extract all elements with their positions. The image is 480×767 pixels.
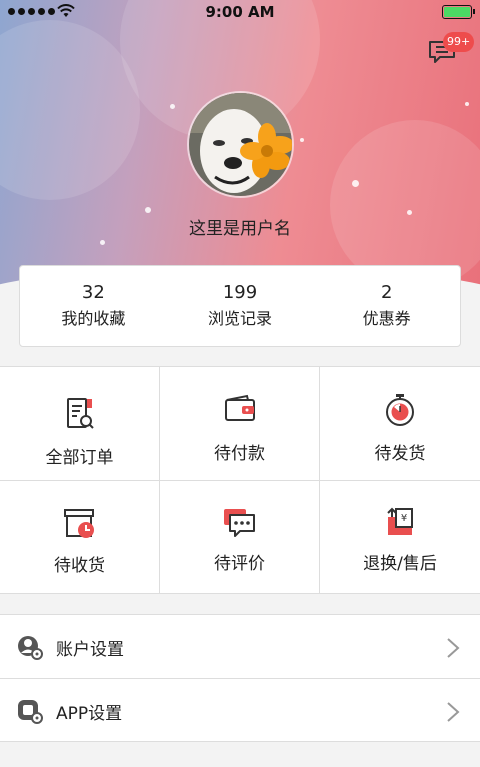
bokeh-dot [145,207,151,213]
status-time: 9:00 AM [205,3,275,21]
stat-coupons[interactable]: 2 优惠券 [313,266,460,346]
order-unpaid-button[interactable]: 待付款 [160,367,320,481]
chevron-right-icon [447,702,460,722]
app-settings-row[interactable]: APP设置 [0,678,480,741]
avatar-dog-image [189,93,292,196]
stat-favorites[interactable]: 32 我的收藏 [20,266,167,346]
user-settings-icon [18,636,43,660]
chat-bubble-icon [223,509,255,537]
bokeh-dot [170,104,175,109]
menu-label: APP设置 [56,704,123,724]
battery-icon [442,5,475,19]
stat-label: 我的收藏 [61,309,126,328]
order-label: 退换/售后 [363,554,437,574]
order-label: 待评价 [214,554,265,574]
order-aftersales-button[interactable]: ¥ 退换/售后 [320,481,480,594]
order-all-button[interactable]: 全部订单 [0,367,160,481]
order-label: 待发货 [374,444,426,464]
app-settings-icon [18,700,43,724]
bokeh-dot [300,138,304,142]
bokeh-dot [465,102,469,106]
username[interactable]: 这里是用户名 [0,214,480,239]
order-label: 待收货 [54,556,105,576]
order-label: 全部订单 [45,448,114,468]
account-settings-row[interactable]: 账户设置 [0,615,480,678]
avatar[interactable] [187,91,294,198]
bokeh-blob [0,20,140,200]
order-label: 待付款 [214,444,265,464]
order-unreceived-button[interactable]: 待收货 [0,481,160,594]
order-review-button[interactable]: 待评价 [160,481,320,594]
bokeh-dot [100,240,105,245]
stat-label: 优惠券 [362,309,411,328]
chevron-right-icon [447,638,460,658]
status-bar: 9:00 AM [0,0,480,24]
stat-value: 32 [81,282,105,303]
wallet-icon [224,394,255,421]
stat-value: 199 [222,282,258,303]
order-grid: 全部订单 待付款 待发货 待收货 待评价 ¥ 退换/售后 [0,366,480,594]
menu-label: 账户设置 [56,640,124,660]
stat-label: 浏览记录 [208,309,273,328]
message-badge: 99+ [443,32,475,52]
stat-value: 2 [380,282,393,303]
bokeh-dot [352,180,359,187]
stat-history[interactable]: 199 浏览记录 [167,266,314,346]
return-yen-icon: ¥ [387,507,413,535]
stats-card: 32 我的收藏 199 浏览记录 2 优惠券 [19,265,461,347]
svg-text:¥: ¥ [401,513,407,524]
settings-menu: 账户设置 APP设置 [0,614,480,742]
box-clock-icon [63,509,94,538]
stopwatch-icon [386,394,414,426]
order-list-icon [66,398,94,429]
order-unshipped-button[interactable]: 待发货 [320,367,480,481]
